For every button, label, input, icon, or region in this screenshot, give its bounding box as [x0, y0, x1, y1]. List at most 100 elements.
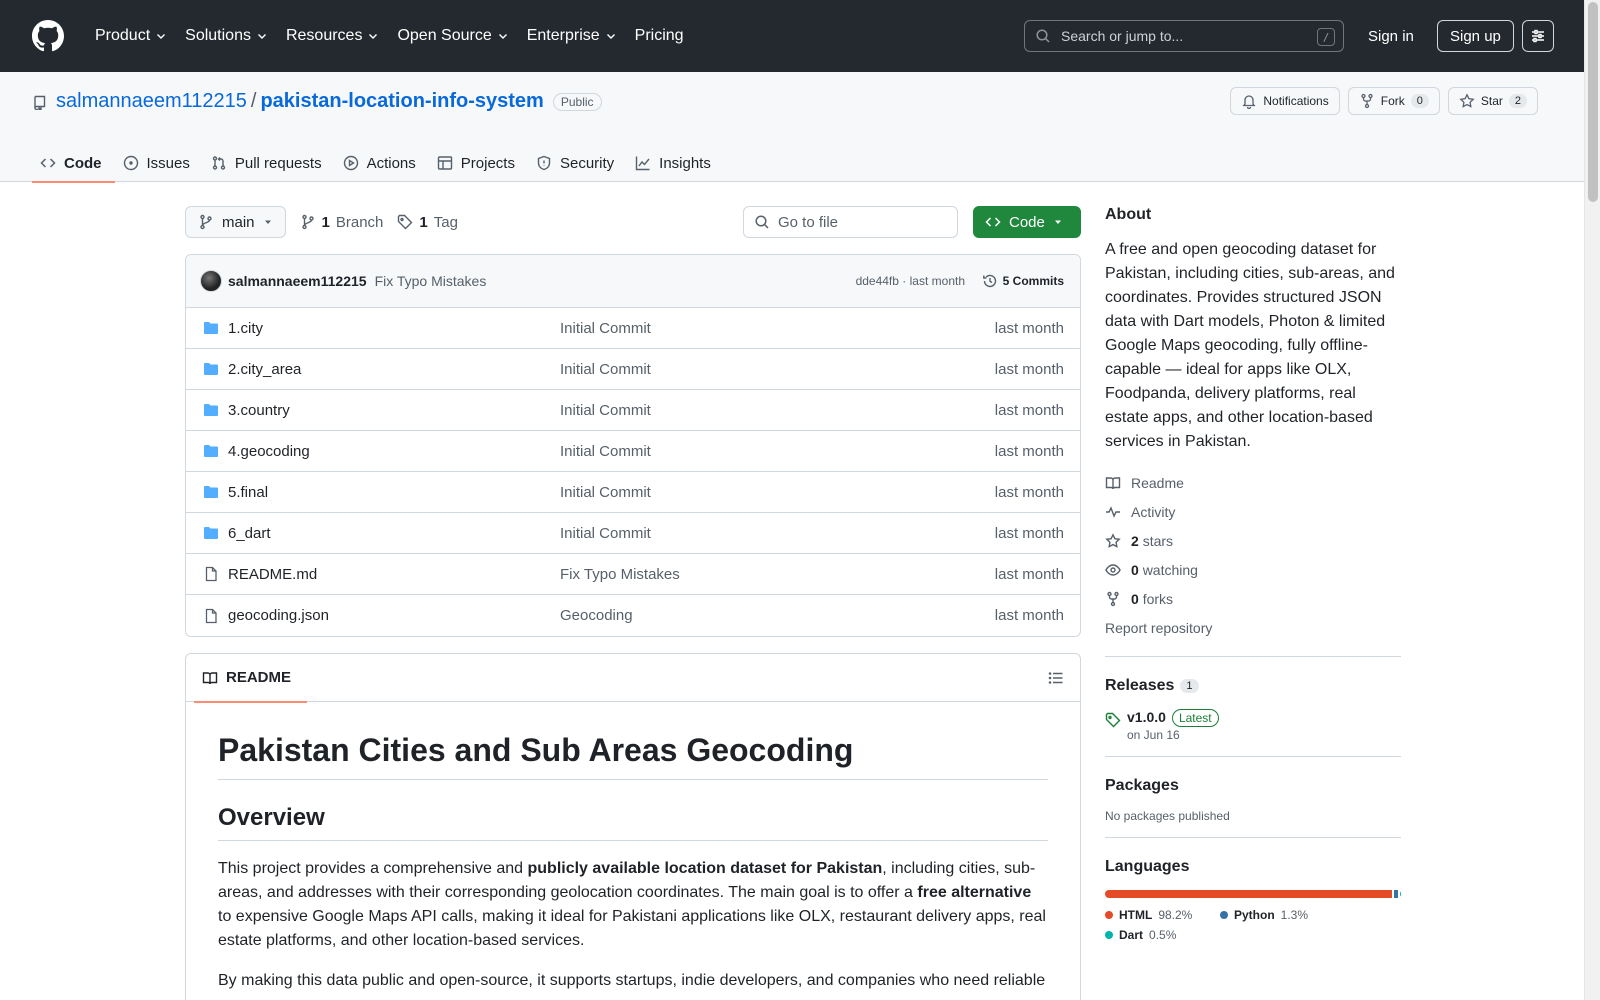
- activity-link[interactable]: Activity: [1105, 497, 1401, 526]
- visibility-badge: Public: [552, 92, 602, 111]
- star-icon: [1105, 532, 1121, 548]
- code-button[interactable]: Code: [973, 206, 1081, 238]
- tags-link[interactable]: 1 Tag: [397, 214, 458, 231]
- stars-link[interactable]: 2 stars: [1105, 526, 1401, 555]
- readme-link[interactable]: Readme: [1105, 468, 1401, 497]
- file-row[interactable]: README.md Fix Typo Mistakes last month: [186, 554, 1080, 595]
- tab-pull-requests[interactable]: Pull requests: [203, 144, 335, 182]
- tab-insights[interactable]: Insights: [627, 144, 724, 182]
- go-to-file-placeholder: Go to file: [778, 213, 839, 231]
- nav-resources[interactable]: Resources: [277, 20, 388, 52]
- file-name[interactable]: 5.final: [228, 484, 268, 501]
- file-name[interactable]: geocoding.json: [228, 607, 329, 624]
- file-row[interactable]: 1.city Initial Commit last month: [186, 308, 1080, 349]
- tag-icon: [398, 214, 413, 230]
- file-commit-message[interactable]: Initial Commit: [560, 361, 651, 378]
- file-commit-message[interactable]: Initial Commit: [560, 402, 651, 419]
- nav-label: Enterprise: [526, 27, 600, 44]
- branch-selector[interactable]: main: [185, 206, 286, 238]
- book-icon: [1105, 476, 1121, 489]
- chevron-down-icon: [498, 34, 507, 39]
- tab-label: Pull requests: [234, 154, 322, 172]
- fork-button[interactable]: Fork 0: [1347, 87, 1440, 115]
- divider: [1105, 837, 1401, 838]
- chevron-down-icon: [606, 34, 615, 39]
- readme-overview-heading: Overview: [218, 804, 1048, 841]
- nav-open-source[interactable]: Open Source: [388, 20, 517, 52]
- file-row[interactable]: 4.geocoding Initial Commit last month: [186, 431, 1080, 472]
- release-tag: v1.0.0: [1127, 709, 1166, 725]
- file-name[interactable]: 3.country: [228, 402, 290, 419]
- file-row[interactable]: 6_dart Initial Commit last month: [186, 513, 1080, 554]
- tab-projects[interactable]: Projects: [429, 144, 528, 182]
- releases-heading[interactable]: Releases 1: [1105, 677, 1401, 695]
- file-row[interactable]: 2.city_area Initial Commit last month: [186, 349, 1080, 390]
- go-to-file-input[interactable]: Go to file: [743, 206, 958, 238]
- page-scrollbar[interactable]: [1584, 0, 1600, 1000]
- file-commit-message[interactable]: Initial Commit: [560, 443, 651, 460]
- code-button-label: Code: [1009, 213, 1045, 231]
- file-row[interactable]: geocoding.json Geocoding last month: [186, 595, 1080, 636]
- commit-hash[interactable]: dde44fb: [856, 274, 899, 288]
- stars-count: 2: [1131, 532, 1139, 549]
- file-name[interactable]: 1.city: [228, 320, 263, 337]
- file-row[interactable]: 3.country Initial Commit last month: [186, 390, 1080, 431]
- language-name: Dart: [1119, 928, 1144, 942]
- file-commit-message[interactable]: Fix Typo Mistakes: [560, 566, 680, 583]
- file-commit-message[interactable]: Initial Commit: [560, 525, 651, 542]
- repo-owner-link[interactable]: salmannaeem112215: [56, 90, 247, 113]
- avatar[interactable]: [200, 270, 222, 292]
- language-list: HTML 98.2% Python 1.3% Dart 0.5%: [1105, 908, 1401, 942]
- list-icon[interactable]: [1048, 670, 1064, 686]
- commit-message[interactable]: Fix Typo Mistakes: [375, 273, 487, 289]
- tab-issues[interactable]: Issues: [115, 144, 203, 182]
- language-item[interactable]: Python 1.3%: [1220, 908, 1335, 922]
- forks-link[interactable]: 0 forks: [1105, 584, 1401, 613]
- star-button[interactable]: Star 2: [1447, 87, 1538, 115]
- sign-up-button[interactable]: Sign up: [1437, 20, 1514, 52]
- nav-label: Open Source: [397, 27, 492, 44]
- global-search-input[interactable]: Search or jump to... /: [1024, 20, 1344, 52]
- languages-heading: Languages: [1105, 858, 1190, 875]
- nav-product[interactable]: Product: [86, 20, 176, 52]
- file-name[interactable]: 6_dart: [228, 525, 271, 542]
- file-commit-message[interactable]: Initial Commit: [560, 484, 651, 501]
- tab-security[interactable]: Security: [528, 144, 627, 182]
- menu-button[interactable]: [1522, 20, 1554, 52]
- tab-actions[interactable]: Actions: [335, 144, 429, 182]
- language-item[interactable]: HTML 98.2%: [1105, 908, 1220, 922]
- release-item[interactable]: v1.0.0 Latest on Jun 16: [1105, 709, 1401, 742]
- language-color-dot: [1105, 931, 1113, 939]
- readme-link-label: Readme: [1131, 474, 1184, 491]
- file-name[interactable]: README.md: [228, 566, 317, 583]
- language-bar-segment: [1105, 890, 1392, 898]
- tab-code[interactable]: Code: [32, 144, 115, 183]
- file-row[interactable]: 5.final Initial Commit last month: [186, 472, 1080, 513]
- bell-icon: [1242, 95, 1256, 109]
- latest-commit: salmannaeem112215 Fix Typo Mistakes dde4…: [186, 255, 1080, 308]
- github-logo-icon[interactable]: [32, 20, 64, 52]
- file-name[interactable]: 2.city_area: [228, 361, 301, 378]
- repo-name-link[interactable]: pakistan-location-info-system: [260, 90, 543, 113]
- file-commit-message[interactable]: Initial Commit: [560, 320, 651, 337]
- code-icon: [40, 158, 56, 168]
- branches-link[interactable]: 1 Branch: [300, 214, 383, 231]
- sign-in-link[interactable]: Sign in: [1368, 20, 1414, 52]
- language-color-dot: [1105, 911, 1113, 919]
- file-commit-message[interactable]: Geocoding: [560, 607, 633, 624]
- nav-pricing[interactable]: Pricing: [626, 20, 693, 52]
- readme-tab[interactable]: README: [193, 654, 308, 703]
- watchers-link[interactable]: 0 watching: [1105, 555, 1401, 584]
- nav-enterprise[interactable]: Enterprise: [518, 20, 626, 52]
- commit-author[interactable]: salmannaeem112215: [228, 273, 367, 289]
- notifications-button[interactable]: Notifications: [1230, 87, 1340, 115]
- scrollbar-thumb[interactable]: [1588, 2, 1598, 202]
- file-name[interactable]: 4.geocoding: [228, 443, 310, 460]
- language-item[interactable]: Dart 0.5%: [1105, 928, 1220, 942]
- packages-heading[interactable]: Packages: [1105, 777, 1401, 795]
- report-repository-link[interactable]: Report repository: [1105, 613, 1401, 642]
- divider: [1105, 656, 1401, 657]
- nav-solutions[interactable]: Solutions: [176, 20, 277, 52]
- latest-badge: Latest: [1171, 709, 1219, 727]
- commits-link[interactable]: 5 Commits: [982, 273, 1064, 289]
